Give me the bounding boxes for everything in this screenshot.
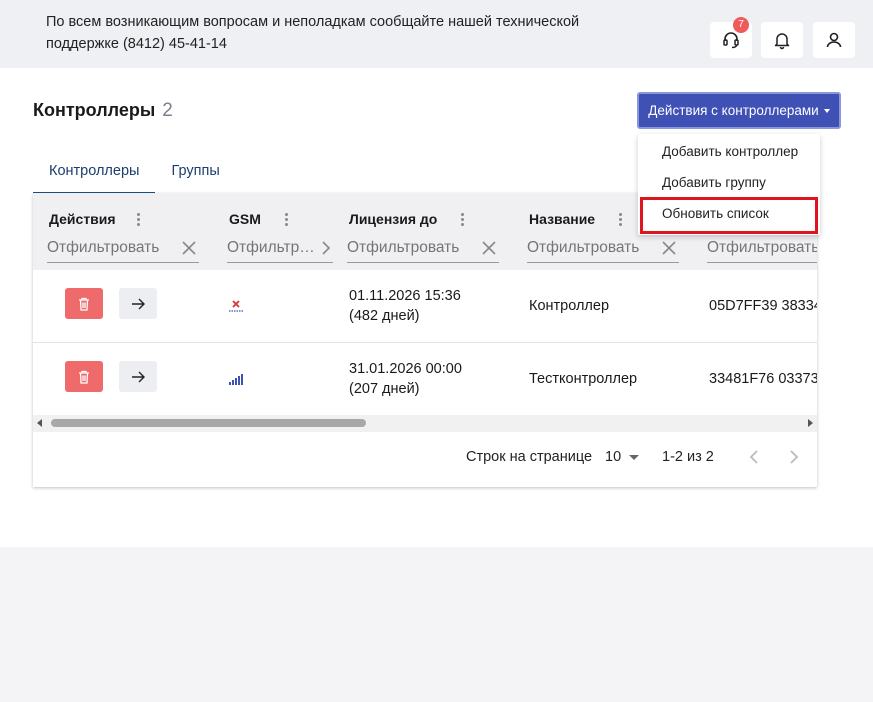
scroll-left-icon[interactable] xyxy=(37,419,42,427)
controller-serial: 05D7FF39 38334 xyxy=(709,298,817,314)
rows-per-page-select[interactable]: 10 xyxy=(605,449,640,465)
profile-button[interactable] xyxy=(813,22,855,58)
menu-item-refresh-list[interactable]: Обновить список xyxy=(638,199,820,229)
delete-button[interactable] xyxy=(65,288,103,319)
filter-serial-input[interactable] xyxy=(707,239,817,257)
table-row: 01.11.2026 15:36 (482 дней) Контроллер 0… xyxy=(33,270,817,343)
table-row: 31.01.2026 00:00 (207 дней) Тестконтролл… xyxy=(33,343,817,416)
controller-serial: 33481F76 03373 xyxy=(709,371,817,387)
filter-actions-input[interactable] xyxy=(47,239,179,257)
filter-gsm xyxy=(227,234,333,263)
clear-filter-icon[interactable] xyxy=(179,238,199,258)
filter-name xyxy=(527,234,679,263)
license-date: 01.11.2026 15:36 xyxy=(349,288,461,304)
trash-icon xyxy=(79,370,89,384)
pagination: Строк на странице 10 1-2 из 2 xyxy=(33,432,817,487)
page-title: Контроллеры 2 xyxy=(33,100,173,122)
arrow-right-icon xyxy=(132,371,145,382)
support-message: По всем возникающим вопросам и неполадка… xyxy=(46,14,580,52)
column-menu-license-icon[interactable] xyxy=(461,213,465,227)
open-controller-button[interactable] xyxy=(119,288,157,319)
notification-count-badge: 7 xyxy=(733,17,749,33)
user-icon xyxy=(826,32,842,48)
support-button[interactable]: 7 xyxy=(710,17,752,58)
tab-groups[interactable]: Группы xyxy=(155,156,235,194)
trash-icon xyxy=(79,297,89,311)
notifications-button[interactable] xyxy=(761,22,803,58)
license-days: (207 дней) xyxy=(349,381,420,397)
rows-per-page-value: 10 xyxy=(605,449,622,465)
column-header-license[interactable]: Лицензия до xyxy=(349,211,437,227)
page-title-text: Контроллеры xyxy=(33,100,156,120)
rows-per-page-label: Строк на странице xyxy=(466,449,593,465)
menu-item-add-controller[interactable]: Добавить контроллер xyxy=(638,137,820,167)
license-days: (482 дней) xyxy=(349,308,420,324)
filter-serial xyxy=(707,234,817,263)
menu-item-add-group[interactable]: Добавить группу xyxy=(638,168,820,198)
top-bar: По всем возникающим вопросам и неполадка… xyxy=(0,0,873,68)
controller-actions-button[interactable]: Действия с контроллерами xyxy=(637,92,841,129)
scrollbar-thumb[interactable] xyxy=(51,419,366,427)
controllers-count: 2 xyxy=(162,100,173,121)
controllers-table: Действия GSM Лицензия до Название Отфиль… xyxy=(33,193,817,487)
controller-actions-label: Действия с контроллерами xyxy=(648,103,819,118)
pagination-range: 1-2 из 2 xyxy=(662,449,714,465)
tab-controllers[interactable]: Контроллеры xyxy=(33,156,156,194)
license-cell: 01.11.2026 15:36 (482 дней) xyxy=(349,286,461,326)
chevron-left-icon[interactable] xyxy=(743,446,765,468)
column-menu-name-icon[interactable] xyxy=(619,213,623,227)
controller-name: Контроллер xyxy=(529,298,610,314)
filter-name-input[interactable] xyxy=(527,239,659,257)
controller-actions-menu: Добавить контроллер Добавить группу Обно… xyxy=(638,134,820,235)
tabs: Контроллеры Группы xyxy=(33,156,236,194)
caret-down-icon xyxy=(629,454,640,460)
column-menu-actions-icon[interactable] xyxy=(137,213,141,227)
open-controller-button[interactable] xyxy=(119,361,157,392)
clear-filter-icon[interactable] xyxy=(659,238,679,258)
scroll-right-icon[interactable] xyxy=(808,419,813,427)
column-header-gsm[interactable]: GSM xyxy=(229,211,261,227)
column-header-actions[interactable]: Действия xyxy=(49,211,116,227)
caret-down-icon xyxy=(823,109,830,113)
delete-button[interactable] xyxy=(65,361,103,392)
filter-license xyxy=(347,234,499,263)
controller-name: Тестконтроллер xyxy=(529,371,638,387)
horizontal-scrollbar[interactable] xyxy=(33,415,817,432)
gsm-signal-icon xyxy=(229,374,243,385)
column-menu-gsm-icon[interactable] xyxy=(285,213,289,227)
arrow-right-icon xyxy=(132,298,145,309)
filter-license-input[interactable] xyxy=(347,239,479,257)
filter-actions xyxy=(47,234,199,263)
chevron-right-icon[interactable] xyxy=(319,239,333,257)
clear-filter-icon[interactable] xyxy=(479,238,499,258)
support-headset-icon xyxy=(723,32,739,49)
chevron-right-icon[interactable] xyxy=(783,446,805,468)
gsm-no-signal-icon xyxy=(229,300,243,312)
license-cell: 31.01.2026 00:00 (207 дней) xyxy=(349,359,462,399)
column-header-name[interactable]: Название xyxy=(529,211,595,227)
bell-icon xyxy=(774,33,790,50)
license-date: 31.01.2026 00:00 xyxy=(349,361,462,377)
filter-gsm-input[interactable] xyxy=(227,239,319,257)
